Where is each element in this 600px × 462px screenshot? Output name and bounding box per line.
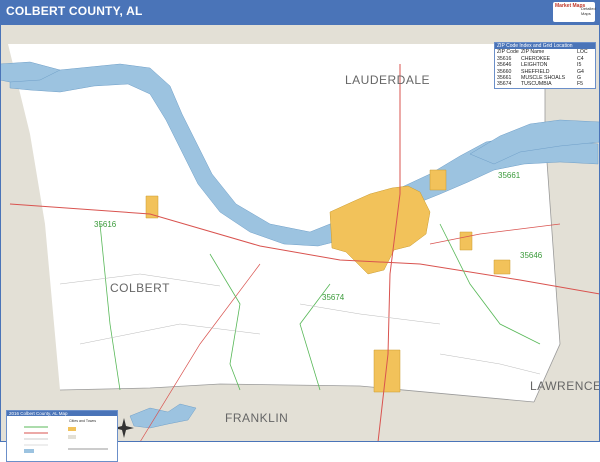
title-bar: COLBERT COUNTY, AL Market Maps Detailed … [0,0,600,24]
zip-label-35616: 35616 [94,220,117,229]
legend-title: 2016 Colbert County, AL Map [7,411,117,416]
map-area[interactable]: LAUDERDALE COLBERT FRANKLIN LAWRENCE 356… [0,24,600,462]
map-legend: 2016 Colbert County, AL Map Cities and T… [6,410,118,462]
zip-label-35674: 35674 [322,293,345,302]
page-title: COLBERT COUNTY, AL [6,4,143,18]
county-label-franklin: FRANKLIN [225,411,288,425]
logo-line-2: Detailed Maps [581,6,596,16]
urban-tuscumbia-south [373,349,401,393]
zip-name-cell: TUSCUMBIA [521,81,552,88]
urban-leighton [493,259,511,275]
urban-northeast [429,169,447,191]
county-label-lauderdale: LAUDERDALE [345,73,430,87]
county-label-lawrence: LAWRENCE [530,379,600,393]
county-label-colbert: COLBERT [110,281,170,295]
urban-east [459,231,473,251]
publisher-logo[interactable]: Market Maps Detailed Maps [553,2,596,22]
zip-label-35661: 35661 [498,171,521,180]
county-shape [8,44,560,402]
legend-symbols [24,426,108,453]
table-row: 35674 TUSCUMBIA F5 [495,81,595,87]
loc-cell: F5 [577,81,584,88]
zip-label-35646: 35646 [520,251,543,260]
zip-code-cell: 35674 [497,81,512,88]
zip-code-index: ZIP Code Index and Grid Location ZIP Cod… [494,42,596,89]
